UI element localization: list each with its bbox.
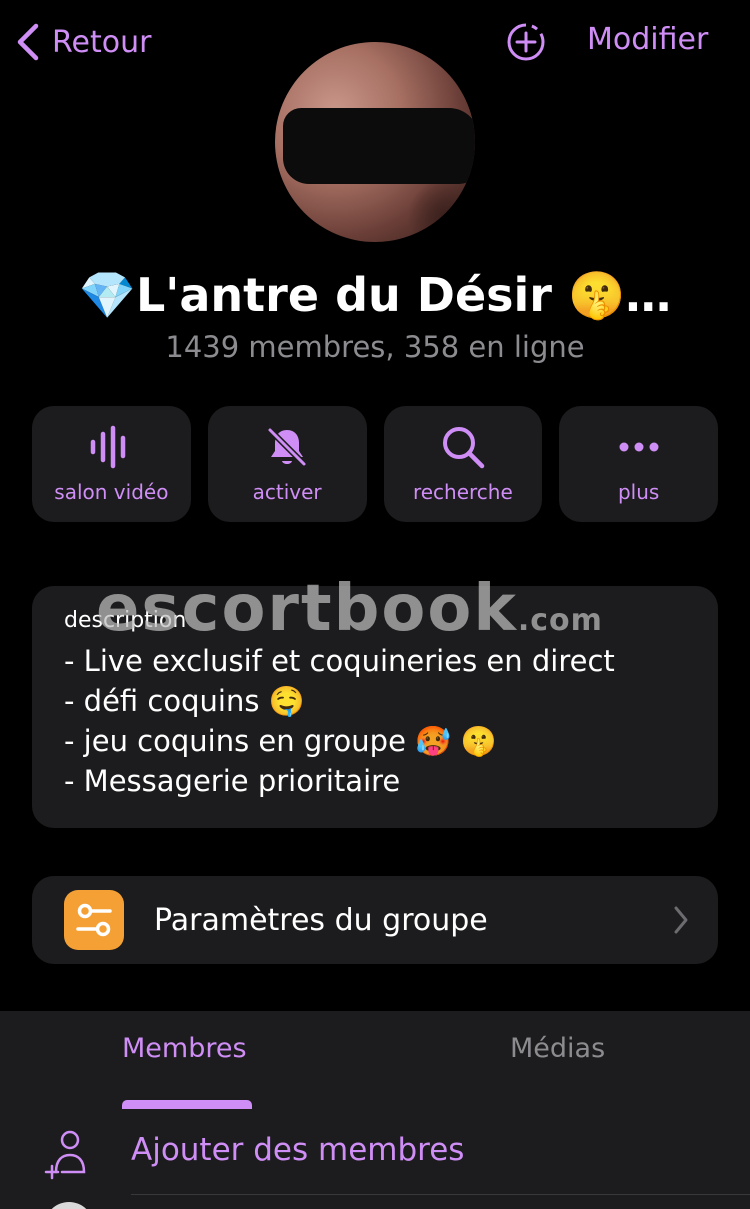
sliders-icon [64,890,124,950]
active-tab-indicator [122,1100,252,1109]
more-button[interactable]: plus [559,406,718,522]
description-line: - défi coquins 🤤 [64,684,305,718]
bell-muted-icon [268,427,307,467]
unmute-label: activer [252,480,322,504]
add-circle-icon[interactable] [505,21,547,63]
add-person-icon [44,1130,86,1180]
chevron-left-icon [17,23,39,61]
group-settings-label: Paramètres du groupe [154,902,488,938]
avatar-censor-bar [283,108,475,184]
group-title: 💎L'antre du Désir 🤫… [78,268,672,322]
description-line: - Messagerie prioritaire [64,764,401,798]
tab-media[interactable]: Médias [510,1033,605,1064]
add-members-row[interactable]: Ajouter des membres [0,1124,750,1184]
watermark-main: escortbook [96,572,518,646]
group-settings-row[interactable]: Paramètres du groupe [32,876,718,964]
back-label: Retour [52,24,152,60]
watermark: escortbook.com [96,572,603,646]
tab-bar [0,1011,750,1109]
watermark-tld: .com [517,603,603,638]
group-subtitle: 1439 membres, 358 en ligne [165,330,585,364]
voice-chat-button[interactable]: salon vidéo [32,406,191,522]
tab-members[interactable]: Membres [122,1033,247,1064]
description-line: - jeu coquins en groupe 🥵 🤫 [64,724,497,758]
back-button[interactable]: Retour [14,22,151,62]
unmute-button[interactable]: activer [207,406,367,522]
add-members-label: Ajouter des membres [131,1132,465,1168]
divider [131,1194,750,1195]
search-icon [442,427,485,469]
chevron-right-icon [674,906,688,934]
voice-chat-icon [91,425,126,469]
search-button[interactable]: recherche [383,406,543,522]
group-avatar[interactable] [275,42,475,242]
description-line: - Live exclusif et coquineries en direct [64,644,615,678]
more-icon [619,442,659,452]
edit-button[interactable]: Modifier [587,22,708,57]
avatar-shadow [405,182,475,242]
more-label: plus [617,480,660,504]
action-bar: salon vidéo activer recherche plus [32,406,718,522]
search-label: recherche [412,480,513,504]
voice-chat-label: salon vidéo [54,480,169,504]
